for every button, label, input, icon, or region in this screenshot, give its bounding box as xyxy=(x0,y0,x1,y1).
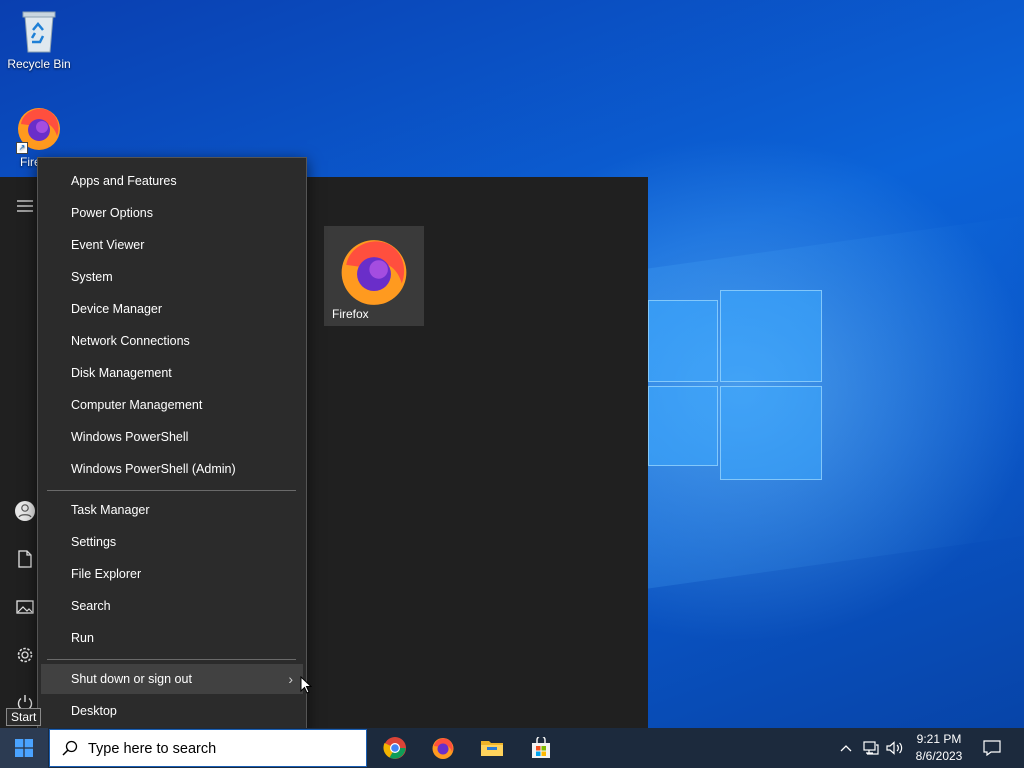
taskbar-search-box[interactable]: Type here to search xyxy=(49,729,367,767)
menu-item-network-connections[interactable]: Network Connections xyxy=(38,326,306,356)
menu-item-computer-management[interactable]: Computer Management xyxy=(38,390,306,420)
chevron-right-icon: › xyxy=(288,671,293,687)
search-placeholder: Type here to search xyxy=(88,741,217,757)
taskbar-app-file-explorer[interactable] xyxy=(468,728,516,768)
menu-item-apps-and-features[interactable]: Apps and Features xyxy=(38,166,306,196)
windows-logo-pane xyxy=(648,300,718,382)
menu-item-system[interactable]: System xyxy=(38,262,306,292)
menu-item-windows-powershell[interactable]: Windows PowerShell xyxy=(38,422,306,452)
volume-icon[interactable] xyxy=(884,728,906,768)
menu-item-power-options[interactable]: Power Options xyxy=(38,198,306,228)
start-tile-firefox[interactable]: Firefox xyxy=(324,226,424,326)
show-hidden-icons-chevron-up-icon[interactable] xyxy=(836,728,856,768)
document-icon[interactable] xyxy=(14,548,36,570)
mouse-cursor-icon xyxy=(300,676,312,694)
desktop-icon-recycle-bin[interactable]: Recycle Bin xyxy=(4,8,74,71)
system-clock[interactable]: 9:21 PM 8/6/2023 xyxy=(906,731,972,765)
winx-context-menu: Apps and Features Power Options Event Vi… xyxy=(37,157,307,737)
menu-item-desktop[interactable]: Desktop xyxy=(38,696,306,726)
menu-item-task-manager[interactable]: Task Manager xyxy=(38,495,306,525)
menu-item-settings[interactable]: Settings xyxy=(38,527,306,557)
recycle-bin-icon xyxy=(22,11,56,53)
hamburger-menu-icon[interactable] xyxy=(14,195,36,217)
menu-item-event-viewer[interactable]: Event Viewer xyxy=(38,230,306,260)
taskbar-app-firefox[interactable] xyxy=(419,728,467,768)
chrome-icon xyxy=(383,737,406,759)
taskbar: Type here to search 9:21 PM 8/6/2023 xyxy=(0,728,1024,768)
tile-label: Firefox xyxy=(332,307,369,321)
menu-item-search[interactable]: Search xyxy=(38,591,306,621)
user-icon[interactable] xyxy=(14,500,36,522)
network-icon[interactable] xyxy=(860,728,882,768)
windows-logo-icon xyxy=(15,739,33,757)
menu-item-run[interactable]: Run xyxy=(38,623,306,653)
clock-time: 9:21 PM xyxy=(916,732,962,746)
menu-separator xyxy=(47,490,296,491)
windows-logo-pane xyxy=(720,386,822,480)
menu-item-label: Shut down or sign out xyxy=(71,672,192,686)
taskbar-app-microsoft-store[interactable] xyxy=(517,728,565,768)
firefox-icon xyxy=(432,738,454,759)
pictures-icon[interactable] xyxy=(14,596,36,618)
desktop-icon-label: Recycle Bin xyxy=(7,57,71,71)
menu-separator xyxy=(47,659,296,660)
settings-icon[interactable] xyxy=(14,644,36,666)
taskbar-app-chrome[interactable] xyxy=(371,728,419,768)
menu-item-file-explorer[interactable]: File Explorer xyxy=(38,559,306,589)
clock-date: 8/6/2023 xyxy=(915,749,963,763)
windows-logo-pane xyxy=(720,290,822,382)
start-button[interactable] xyxy=(0,728,48,768)
start-tooltip: Start xyxy=(6,708,42,726)
search-icon xyxy=(62,740,78,756)
menu-item-windows-powershell-admin[interactable]: Windows PowerShell (Admin) xyxy=(38,454,306,484)
menu-item-device-manager[interactable]: Device Manager xyxy=(38,294,306,324)
microsoft-store-icon xyxy=(532,737,550,758)
menu-item-disk-management[interactable]: Disk Management xyxy=(38,358,306,388)
firefox-icon xyxy=(341,240,407,305)
action-center-notification-icon[interactable] xyxy=(980,728,1004,768)
shortcut-arrow-icon: ↗ xyxy=(16,142,28,154)
file-explorer-icon xyxy=(481,741,503,756)
windows-logo-pane xyxy=(648,386,718,466)
menu-item-shut-down-or-sign-out[interactable]: Shut down or sign out › xyxy=(41,664,303,694)
